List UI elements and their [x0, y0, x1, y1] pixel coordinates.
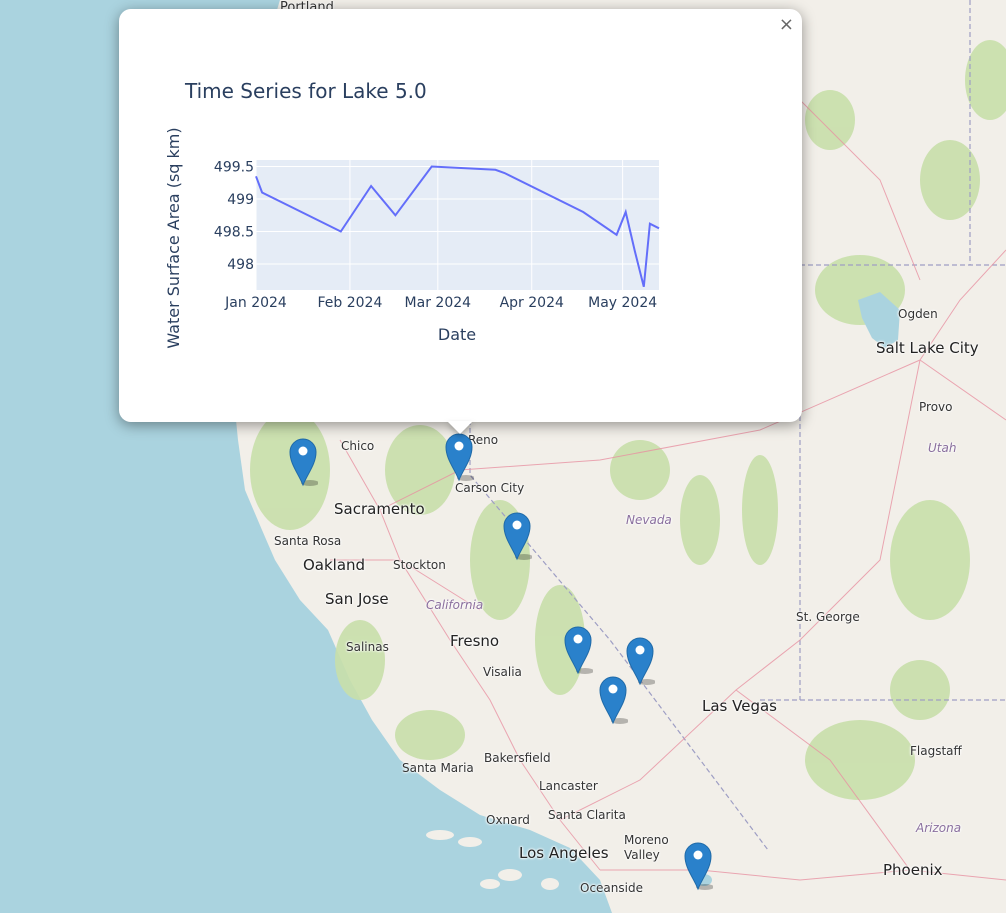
place-label: Salt Lake City — [876, 339, 979, 357]
place-label: Fresno — [450, 632, 500, 650]
place-label: Oakland — [303, 556, 366, 574]
y-tick-label: 498.5 — [214, 225, 254, 241]
place-label: Lancaster — [539, 779, 598, 793]
y-tick-label: 499 — [227, 192, 254, 208]
place-label: San Jose — [325, 590, 389, 608]
y-tick-label: 498 — [227, 257, 254, 273]
place-label: Salinas — [346, 640, 389, 654]
map-marker-icon[interactable] — [288, 437, 319, 487]
map-marker-icon[interactable] — [598, 675, 629, 725]
place-label: Santa Maria — [402, 761, 474, 775]
place-label: Flagstaff — [910, 744, 962, 758]
place-label: Arizona — [916, 821, 962, 835]
place-label: Phoenix — [883, 861, 943, 879]
place-label: Visalia — [483, 665, 522, 679]
map-marker-icon[interactable] — [444, 432, 475, 482]
y-axis-label: Water Surface Area (sq km) — [164, 127, 183, 348]
place-label: California — [426, 598, 484, 612]
map-marker-icon[interactable] — [563, 625, 594, 675]
x-axis-label: Date — [438, 325, 476, 344]
place-label: Ogden — [898, 307, 938, 321]
place-label: Chico — [341, 439, 375, 453]
place-label: Oxnard — [486, 813, 530, 827]
place-label: Stockton — [393, 558, 446, 572]
place-label: St. George — [796, 610, 860, 624]
map-marker-icon[interactable] — [502, 511, 533, 561]
place-label: Utah — [928, 441, 957, 455]
x-tick-label: Apr 2024 — [500, 295, 564, 311]
place-label: Las Vegas — [702, 697, 777, 715]
popup-tip — [447, 421, 473, 434]
place-label: Moreno — [624, 833, 669, 847]
place-label: Los Angeles — [519, 844, 609, 862]
place-label: Nevada — [626, 513, 672, 527]
x-tick-label: Jan 2024 — [224, 295, 287, 311]
place-label: Oceanside — [580, 881, 643, 895]
map-marker-icon[interactable] — [625, 636, 656, 686]
place-label: Sacramento — [334, 500, 425, 518]
x-tick-label: Feb 2024 — [317, 295, 382, 311]
lake-popup: × Time Series for Lake 5.0 Jan 2024 Feb 2… — [119, 9, 802, 422]
y-tick-label: 499.5 — [214, 160, 254, 176]
place-label: Santa Clarita — [548, 808, 626, 822]
place-label: Carson City — [455, 481, 525, 495]
place-label: Valley — [624, 848, 660, 862]
place-label: Santa Rosa — [274, 534, 342, 548]
plot-area — [256, 160, 659, 290]
x-tick-label: Mar 2024 — [405, 295, 472, 311]
place-label: Provo — [919, 400, 953, 414]
chart-title: Time Series for Lake 5.0 — [184, 79, 427, 103]
place-label: Bakersfield — [484, 751, 551, 765]
map-marker-icon[interactable] — [683, 841, 714, 891]
time-series-chart: Time Series for Lake 5.0 Jan 2024 Feb 202… — [164, 79, 660, 349]
x-tick-label: May 2024 — [588, 295, 657, 311]
